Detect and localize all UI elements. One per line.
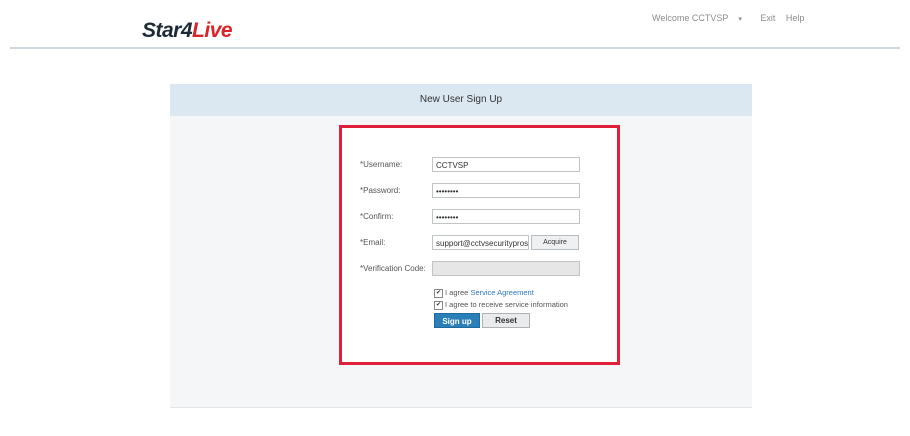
password-label: *Password: — [360, 186, 401, 195]
agree-terms-checkbox[interactable]: ✔ — [434, 288, 443, 298]
signup-panel: New User Sign Up *Username: CCTVSP *Pass… — [170, 84, 752, 408]
acquire-button[interactable]: Acquire — [531, 235, 579, 250]
signup-form-highlight: *Username: CCTVSP *Password: •••••••• *C… — [339, 125, 620, 365]
help-link[interactable]: Help — [786, 13, 805, 23]
receive-info-checkbox[interactable]: ✔ — [434, 300, 443, 310]
panel-title: New User Sign Up — [170, 84, 752, 116]
agree-terms-row: ✔ I agree Service Agreement — [434, 288, 534, 298]
username-label: *Username: — [360, 160, 403, 169]
top-header: Star4Live Welcome CCTVSP ▾ Exit Help — [0, 0, 910, 49]
agree-terms-text: I agree — [445, 288, 471, 297]
top-nav: Welcome CCTVSP ▾ Exit Help — [652, 13, 812, 23]
username-input[interactable]: CCTVSP — [432, 157, 580, 172]
chevron-down-icon: ▾ — [738, 16, 742, 23]
confirm-password-input[interactable]: •••••••• — [432, 209, 580, 224]
verification-code-input[interactable] — [432, 261, 580, 276]
confirm-label: *Confirm: — [360, 212, 394, 221]
welcome-user-menu[interactable]: Welcome CCTVSP ▾ — [652, 13, 750, 23]
brand-logo-part1: Star4 — [142, 19, 193, 42]
header-divider — [10, 47, 900, 49]
welcome-text: Welcome CCTVSP — [652, 13, 729, 23]
email-input[interactable]: support@cctvsecuritypros.co — [432, 235, 529, 250]
brand-logo-part2: Live — [192, 19, 233, 42]
verification-label: *Verification Code: — [360, 264, 426, 273]
reset-button[interactable]: Reset — [482, 313, 530, 328]
receive-info-text: I agree to receive service information — [445, 300, 568, 309]
email-label: *Email: — [360, 238, 386, 247]
exit-link[interactable]: Exit — [760, 13, 775, 23]
service-agreement-link[interactable]: Service Agreement — [470, 288, 533, 297]
password-input[interactable]: •••••••• — [432, 183, 580, 198]
receive-info-row: ✔ I agree to receive service information — [434, 300, 568, 310]
brand-logo[interactable]: Star4Live — [142, 19, 233, 43]
signup-button[interactable]: Sign up — [434, 313, 480, 328]
